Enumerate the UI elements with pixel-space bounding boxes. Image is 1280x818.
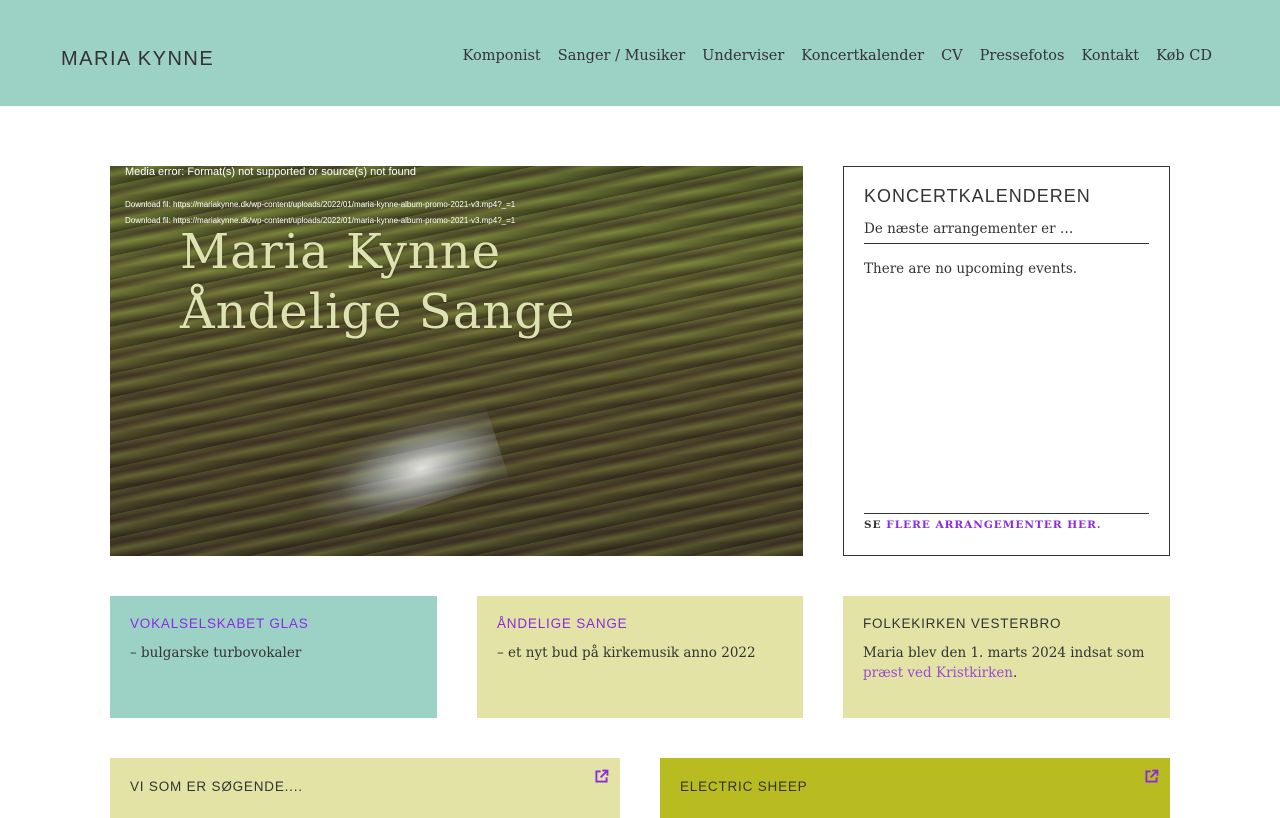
card-title[interactable]: VI SOM ER SØGENDE.... bbox=[130, 779, 303, 794]
external-link-icon[interactable] bbox=[1143, 768, 1160, 785]
concert-calendar-subtitle: De næste arrangementer er … bbox=[864, 221, 1149, 244]
wave-highlight bbox=[290, 392, 510, 540]
nav-pressefotos[interactable]: Pressefotos bbox=[980, 48, 1065, 64]
card-title[interactable]: ELECTRIC SHEEP bbox=[680, 779, 807, 794]
more-events-prefix: SE bbox=[864, 519, 887, 531]
download-link[interactable]: Download fil: https://mariakynne.dk/wp-c… bbox=[125, 200, 515, 209]
concert-calendar-heading: KONCERTKALENDEREN bbox=[864, 186, 1091, 206]
external-link-icon[interactable] bbox=[593, 768, 610, 785]
nav-kontakt[interactable]: Kontakt bbox=[1081, 48, 1139, 64]
video-title-line1: Maria Kynne bbox=[180, 224, 502, 280]
card-vokalselskabet-glas[interactable]: VOKALSELSKABET GLAS – bulgarske turbovok… bbox=[110, 596, 437, 718]
card-electric-sheep[interactable]: ELECTRIC SHEEP bbox=[660, 758, 1170, 818]
card-vi-som-er-soegende[interactable]: VI SOM ER SØGENDE.... bbox=[110, 758, 620, 818]
video-title-line2: Åndelige Sange bbox=[180, 284, 576, 340]
kristkirken-link[interactable]: præst ved Kristkirken bbox=[863, 665, 1013, 681]
more-events-line: SE FLERE ARRANGEMENTER HER. bbox=[864, 513, 1149, 531]
no-events-text: There are no upcoming events. bbox=[864, 261, 1078, 277]
card-text-after: . bbox=[1013, 665, 1018, 681]
nav-koncertkalender[interactable]: Koncertkalender bbox=[801, 48, 924, 64]
card-text-before: Maria blev den 1. marts 2024 indsat som bbox=[863, 645, 1145, 661]
card-folkekirken-vesterbro: FOLKEKIRKEN VESTERBRO Maria blev den 1. … bbox=[843, 596, 1170, 718]
card-text: – et nyt bud på kirkemusik anno 2022 bbox=[497, 645, 756, 661]
nav-koeb-cd[interactable]: Køb CD bbox=[1156, 48, 1212, 64]
nav-underviser[interactable]: Underviser bbox=[702, 48, 784, 64]
concert-calendar-box: KONCERTKALENDEREN De næste arrangementer… bbox=[843, 166, 1170, 556]
card-title[interactable]: VOKALSELSKABET GLAS bbox=[130, 616, 309, 631]
nav-komponist[interactable]: Komponist bbox=[463, 48, 541, 64]
card-text: Maria blev den 1. marts 2024 indsat som … bbox=[863, 643, 1153, 683]
card-title: FOLKEKIRKEN VESTERBRO bbox=[863, 616, 1062, 631]
nav-sanger-musiker[interactable]: Sanger / Musiker bbox=[558, 48, 685, 64]
card-title[interactable]: ÅNDELIGE SANGE bbox=[497, 616, 628, 631]
card-text: – bulgarske turbovokaler bbox=[130, 645, 302, 661]
more-events-link[interactable]: FLERE ARRANGEMENTER HER. bbox=[886, 519, 1101, 531]
media-error-text: Media error: Format(s) not supported or … bbox=[125, 166, 417, 178]
site-logo[interactable]: MARIA KYNNE bbox=[61, 48, 214, 71]
nav-cv[interactable]: CV bbox=[941, 48, 963, 64]
main-nav: Komponist Sanger / Musiker Underviser Ko… bbox=[463, 48, 1212, 64]
promo-video[interactable]: Media error: Format(s) not supported or … bbox=[110, 166, 803, 556]
card-aandelige-sange[interactable]: ÅNDELIGE SANGE – et nyt bud på kirkemusi… bbox=[477, 596, 803, 718]
site-header: MARIA KYNNE Komponist Sanger / Musiker U… bbox=[0, 0, 1280, 106]
